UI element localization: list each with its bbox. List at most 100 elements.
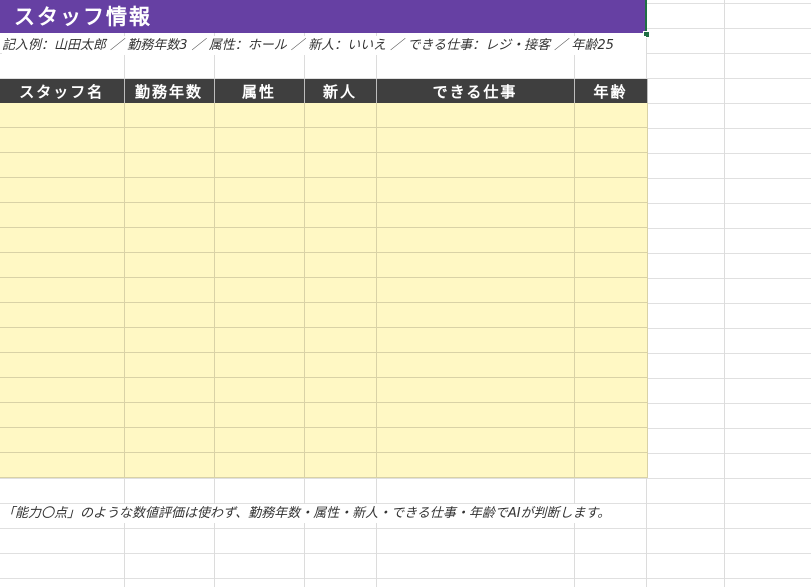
cell-age[interactable]	[574, 127, 648, 153]
cell-years-worked[interactable]	[124, 402, 215, 428]
cell-newcomer[interactable]	[304, 427, 377, 453]
cell-newcomer[interactable]	[304, 252, 377, 278]
cell-skills[interactable]	[376, 202, 575, 228]
cell-years-worked[interactable]	[124, 302, 215, 328]
cell-years-worked[interactable]	[124, 127, 215, 153]
cell-years-worked[interactable]	[124, 177, 215, 203]
cell-attribute[interactable]	[214, 177, 305, 203]
cell-age[interactable]	[574, 402, 648, 428]
cell-skills[interactable]	[376, 277, 575, 303]
cell-newcomer[interactable]	[304, 152, 377, 178]
cell-years-worked[interactable]	[124, 152, 215, 178]
cell-age[interactable]	[574, 152, 648, 178]
cell-staff-name[interactable]	[0, 177, 125, 203]
cell-newcomer[interactable]	[304, 302, 377, 328]
cell-attribute[interactable]	[214, 427, 305, 453]
title-cell[interactable]: スタッフ情報	[0, 0, 647, 33]
cell-newcomer[interactable]	[304, 402, 377, 428]
cell-years-worked[interactable]	[124, 452, 215, 478]
cell-skills[interactable]	[376, 127, 575, 153]
cell-newcomer[interactable]	[304, 277, 377, 303]
cell-years-worked[interactable]	[124, 252, 215, 278]
cell-age[interactable]	[574, 377, 648, 403]
cell-years-worked[interactable]	[124, 103, 215, 128]
cell-age[interactable]	[574, 452, 648, 478]
cell-years-worked[interactable]	[124, 277, 215, 303]
cell-age[interactable]	[574, 103, 648, 128]
cell-skills[interactable]	[376, 152, 575, 178]
cell-attribute[interactable]	[214, 402, 305, 428]
cell-staff-name[interactable]	[0, 402, 125, 428]
cell-age[interactable]	[574, 327, 648, 353]
cell-staff-name[interactable]	[0, 202, 125, 228]
cell-years-worked[interactable]	[124, 227, 215, 253]
cell-staff-name[interactable]	[0, 152, 125, 178]
cell-age[interactable]	[574, 252, 648, 278]
cell-skills[interactable]	[376, 103, 575, 128]
cell-newcomer[interactable]	[304, 177, 377, 203]
cell-staff-name[interactable]	[0, 127, 125, 153]
cell-age[interactable]	[574, 302, 648, 328]
cell-skills[interactable]	[376, 227, 575, 253]
cell-skills[interactable]	[376, 452, 575, 478]
cell-attribute[interactable]	[214, 127, 305, 153]
cell-staff-name[interactable]	[0, 302, 125, 328]
footer-note[interactable]: 「能力〇点」のような数値評価は使わず、勤務年数・属性・新人・できる仕事・年齢でA…	[2, 504, 646, 523]
cell-newcomer[interactable]	[304, 127, 377, 153]
cell-staff-name[interactable]	[0, 277, 125, 303]
header-age[interactable]: 年齢	[574, 79, 648, 103]
cell-staff-name[interactable]	[0, 327, 125, 353]
cell-skills[interactable]	[376, 302, 575, 328]
cell-attribute[interactable]	[214, 202, 305, 228]
cell-skills[interactable]	[376, 402, 575, 428]
cell-attribute[interactable]	[214, 103, 305, 128]
cell-newcomer[interactable]	[304, 202, 377, 228]
cell-attribute[interactable]	[214, 227, 305, 253]
header-newcomer[interactable]: 新人	[304, 79, 377, 103]
cell-attribute[interactable]	[214, 327, 305, 353]
cell-staff-name[interactable]	[0, 227, 125, 253]
cell-attribute[interactable]	[214, 452, 305, 478]
cell-years-worked[interactable]	[124, 202, 215, 228]
cell-years-worked[interactable]	[124, 427, 215, 453]
cell-staff-name[interactable]	[0, 103, 125, 128]
cell-newcomer[interactable]	[304, 227, 377, 253]
cell-age[interactable]	[574, 427, 648, 453]
cell-staff-name[interactable]	[0, 452, 125, 478]
cell-years-worked[interactable]	[124, 352, 215, 378]
cell-attribute[interactable]	[214, 302, 305, 328]
cell-staff-name[interactable]	[0, 352, 125, 378]
cell-age[interactable]	[574, 352, 648, 378]
cell-newcomer[interactable]	[304, 103, 377, 128]
cell-attribute[interactable]	[214, 152, 305, 178]
cell-attribute[interactable]	[214, 277, 305, 303]
cell-skills[interactable]	[376, 327, 575, 353]
cell-skills[interactable]	[376, 252, 575, 278]
cell-skills[interactable]	[376, 427, 575, 453]
cell-age[interactable]	[574, 177, 648, 203]
cell-skills[interactable]	[376, 352, 575, 378]
header-skills[interactable]: できる仕事	[376, 79, 575, 103]
cell-newcomer[interactable]	[304, 352, 377, 378]
cell-skills[interactable]	[376, 177, 575, 203]
cell-attribute[interactable]	[214, 252, 305, 278]
cell-attribute[interactable]	[214, 352, 305, 378]
cell-staff-name[interactable]	[0, 252, 125, 278]
cell-years-worked[interactable]	[124, 327, 215, 353]
example-note[interactable]: 記入例：山田太郎 ／ 勤務年数3 ／ 属性：ホール ／ 新人：いいえ ／ できる…	[2, 36, 646, 55]
cell-staff-name[interactable]	[0, 427, 125, 453]
grid-column-line	[724, 0, 725, 587]
cell-newcomer[interactable]	[304, 327, 377, 353]
header-attribute[interactable]: 属性	[214, 79, 305, 103]
cell-staff-name[interactable]	[0, 377, 125, 403]
cell-years-worked[interactable]	[124, 377, 215, 403]
cell-age[interactable]	[574, 227, 648, 253]
cell-attribute[interactable]	[214, 377, 305, 403]
cell-age[interactable]	[574, 202, 648, 228]
cell-age[interactable]	[574, 277, 648, 303]
header-staff-name[interactable]: スタッフ名	[0, 79, 125, 103]
header-years-worked[interactable]: 勤務年数	[124, 79, 215, 103]
cell-newcomer[interactable]	[304, 452, 377, 478]
cell-skills[interactable]	[376, 377, 575, 403]
cell-newcomer[interactable]	[304, 377, 377, 403]
